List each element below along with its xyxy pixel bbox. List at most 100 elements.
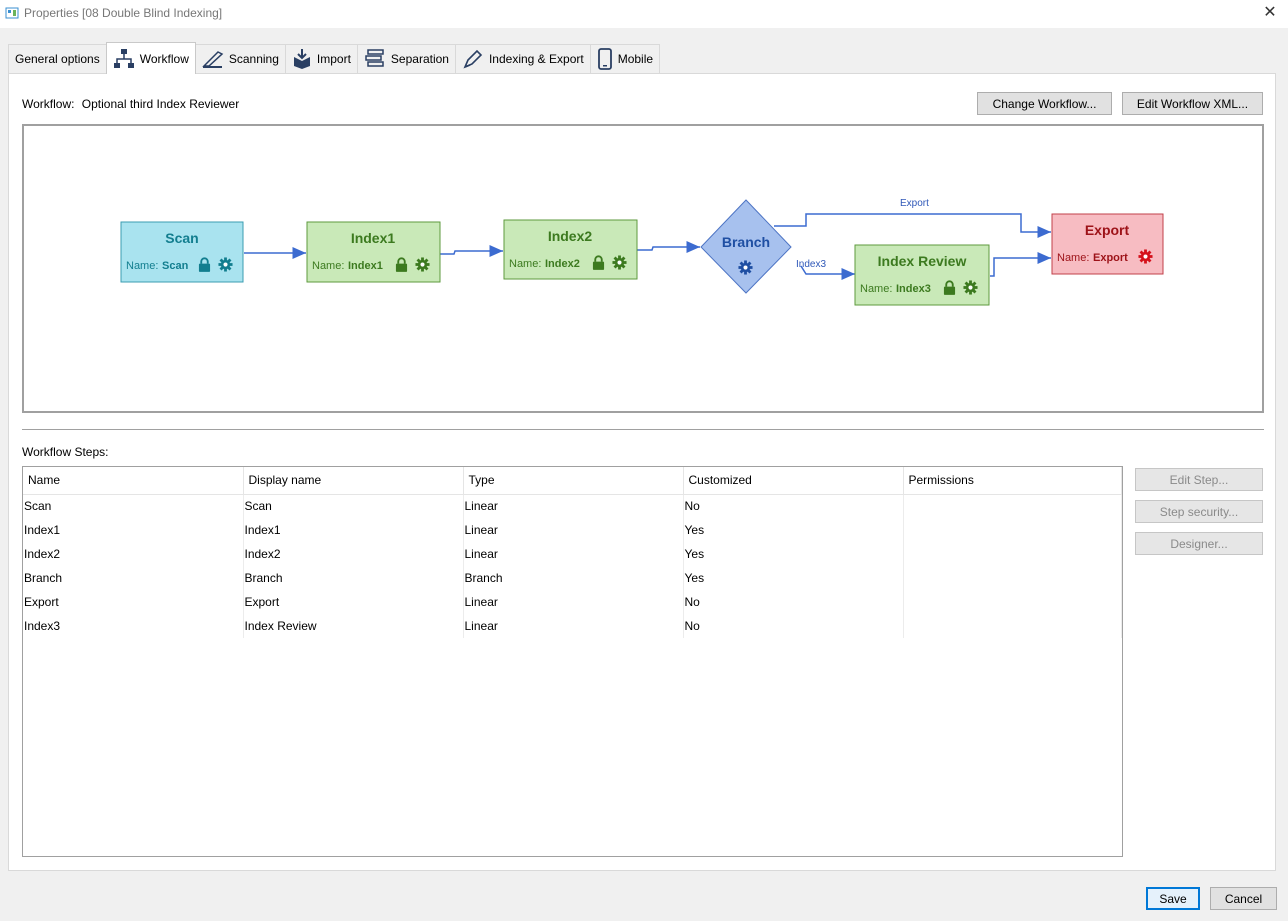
node-name-prefix: Name: [860,283,892,295]
change-workflow-button[interactable]: Change Workflow... [977,92,1112,115]
tab-workflow[interactable]: Workflow [105,42,196,74]
node-index1[interactable]: Index1 Name: Index1 [306,221,441,283]
cell-type: Linear [463,590,684,614]
edge-index1-index2 [440,245,503,257]
node-title: Branch [722,234,770,250]
node-name: Export [1093,252,1128,264]
table-row[interactable]: Index3 Index Review Linear No [23,614,1122,638]
column-header-display-name[interactable]: Display name [243,467,464,495]
edge-label-index3: Index3 [796,259,826,270]
workflow-diagram: Export Index3 Scan Name: Scan Index1 Nam… [22,124,1264,413]
node-export[interactable]: Export Name: Export [1051,213,1164,275]
cell-display-name: Index Review [243,614,464,638]
tab-mobile[interactable]: Mobile [589,44,661,73]
node-scan[interactable]: Scan Name: Scan [120,221,244,283]
edge-index2-branch [637,241,700,253]
cell-type: Linear [463,542,684,566]
cell-name: Index1 [23,518,244,542]
cancel-button[interactable]: Cancel [1210,887,1277,910]
workflow-steps-label: Workflow Steps: [22,445,109,459]
edit-step-button[interactable]: Edit Step... [1135,468,1263,491]
workflow-caption: Workflow: [22,97,75,111]
cell-display-name: Index2 [243,542,464,566]
gear-icon[interactable] [1138,249,1153,264]
tab-label: Workflow [139,51,189,66]
gear-icon[interactable] [738,260,753,275]
designer-button[interactable]: Designer... [1135,532,1263,555]
node-title: Export [1085,222,1130,238]
cell-customized: Yes [683,518,904,542]
import-box-icon [293,49,310,69]
workflow-icon [113,48,134,68]
tab-label: Scanning [228,52,279,66]
tab-indexing-export[interactable]: Indexing & Export [454,44,591,73]
column-header-customized[interactable]: Customized [683,467,904,495]
cell-name: Export [23,590,244,614]
node-name-prefix: Name: [312,260,344,272]
workflow-label: Workflow: Optional third Index Reviewer [22,97,239,111]
node-name: Scan [162,260,189,272]
node-index-review[interactable]: Index Review Name: Index3 [854,244,990,306]
table-row[interactable]: Branch Branch Branch Yes [23,566,1122,590]
node-index2[interactable]: Index2 Name: Index2 [503,219,638,280]
cell-customized: No [683,494,904,518]
node-name-prefix: Name: [126,260,158,272]
column-header-type[interactable]: Type [463,467,684,495]
tab-bar: General options Workflow Scanning Import… [8,42,661,74]
node-name-prefix: Name: [509,258,541,270]
cell-permissions [903,566,1122,590]
cell-type: Linear [463,518,684,542]
cell-name: Scan [23,494,244,518]
gear-icon[interactable] [415,257,430,272]
cell-customized: No [683,614,904,638]
cell-display-name: Export [243,590,464,614]
cell-permissions [903,494,1122,518]
cell-display-name: Scan [243,494,464,518]
cell-type: Branch [463,566,684,590]
cell-name: Index2 [23,542,244,566]
cell-permissions [903,590,1122,614]
cell-type: Linear [463,494,684,518]
scanner-icon [202,51,224,68]
cell-permissions [903,542,1122,566]
gear-icon[interactable] [218,257,233,272]
table-row[interactable]: Index2 Index2 Linear Yes [23,542,1122,566]
tab-label: General options [15,52,100,66]
phone-icon [597,48,612,70]
tab-import[interactable]: Import [284,44,358,73]
tab-general-options[interactable]: General options [8,44,107,73]
divider [22,429,1264,430]
cell-type: Linear [463,614,684,638]
gear-icon[interactable] [612,255,627,270]
edge-branch-export [774,213,1051,238]
column-header-name[interactable]: Name [23,467,244,495]
edit-workflow-xml-button[interactable]: Edit Workflow XML... [1122,92,1263,115]
pen-icon [463,49,483,69]
node-name: Index1 [348,260,383,272]
table-row[interactable]: Index1 Index1 Linear Yes [23,518,1122,542]
cell-display-name: Index1 [243,518,464,542]
cell-name: Branch [23,566,244,590]
column-header-permissions[interactable]: Permissions [903,467,1122,495]
workflow-steps-grid[interactable]: Name Display name Type Customized Permis… [22,466,1123,857]
tab-scanning[interactable]: Scanning [194,44,286,73]
step-security-button[interactable]: Step security... [1135,500,1263,523]
workflow-panel: Workflow: Optional third Index Reviewer … [8,73,1276,871]
tab-separation[interactable]: Separation [356,44,456,73]
node-name-prefix: Name: [1057,252,1089,264]
close-button[interactable]: ✕ [1260,3,1280,23]
cell-permissions [903,518,1122,542]
node-name: Index2 [545,258,580,270]
save-button[interactable]: Save [1146,887,1200,910]
separation-stack-icon [365,49,384,67]
cell-customized: No [683,590,904,614]
gear-icon[interactable] [963,280,978,295]
node-title: Index1 [351,230,396,246]
node-branch[interactable]: Branch [700,199,792,294]
table-row[interactable]: Scan Scan Linear No [23,494,1122,518]
table-row[interactable]: Export Export Linear No [23,590,1122,614]
workflow-steps-table: Name Display name Type Customized Permis… [23,467,1122,638]
workflow-diagram-canvas: Export Index3 Scan Name: Scan Index1 Nam… [120,198,1164,306]
tab-label: Indexing & Export [488,52,584,66]
cell-name: Index3 [23,614,244,638]
